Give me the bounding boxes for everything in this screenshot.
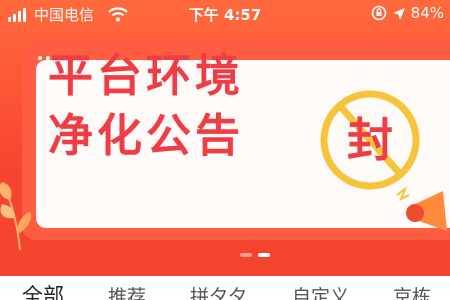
pager-dot-active[interactable] xyxy=(258,253,270,257)
banner-headline: 平台环境 净化公告 xyxy=(48,46,244,166)
tab-pinxixi[interactable]: 拼夕夕 xyxy=(190,282,247,300)
tab-custom[interactable]: 自定义 xyxy=(292,282,349,300)
banner-pager xyxy=(240,242,276,261)
pager-dot[interactable] xyxy=(240,253,252,257)
headline-line-1: 平台环境 xyxy=(48,49,245,102)
tab-recommended[interactable]: 推荐 xyxy=(108,282,146,300)
tab-jingdong[interactable]: 京栋 xyxy=(393,282,431,300)
leaf-decoration-icon xyxy=(0,182,32,250)
ban-seal: 封 xyxy=(318,88,422,192)
headline-line-2: 净化公告 xyxy=(48,109,245,162)
seal-character: 封 xyxy=(347,113,393,167)
status-right: 84% xyxy=(371,4,444,22)
megaphone-icon xyxy=(396,186,447,231)
rotation-lock-icon xyxy=(371,5,387,21)
status-bar: 中国电信 下午 4:57 84% xyxy=(0,0,450,30)
category-tabs: 全部 推荐 拼夕夕 自定义 京栋 xyxy=(0,276,450,300)
location-icon xyxy=(392,8,405,20)
battery-percent: 84% xyxy=(410,4,444,22)
tab-all[interactable]: 全部 xyxy=(22,280,64,300)
screen: 中国电信 下午 4:57 84% 平台环境 净化公告 封 全部 推荐 拼夕夕 自… xyxy=(0,0,450,300)
